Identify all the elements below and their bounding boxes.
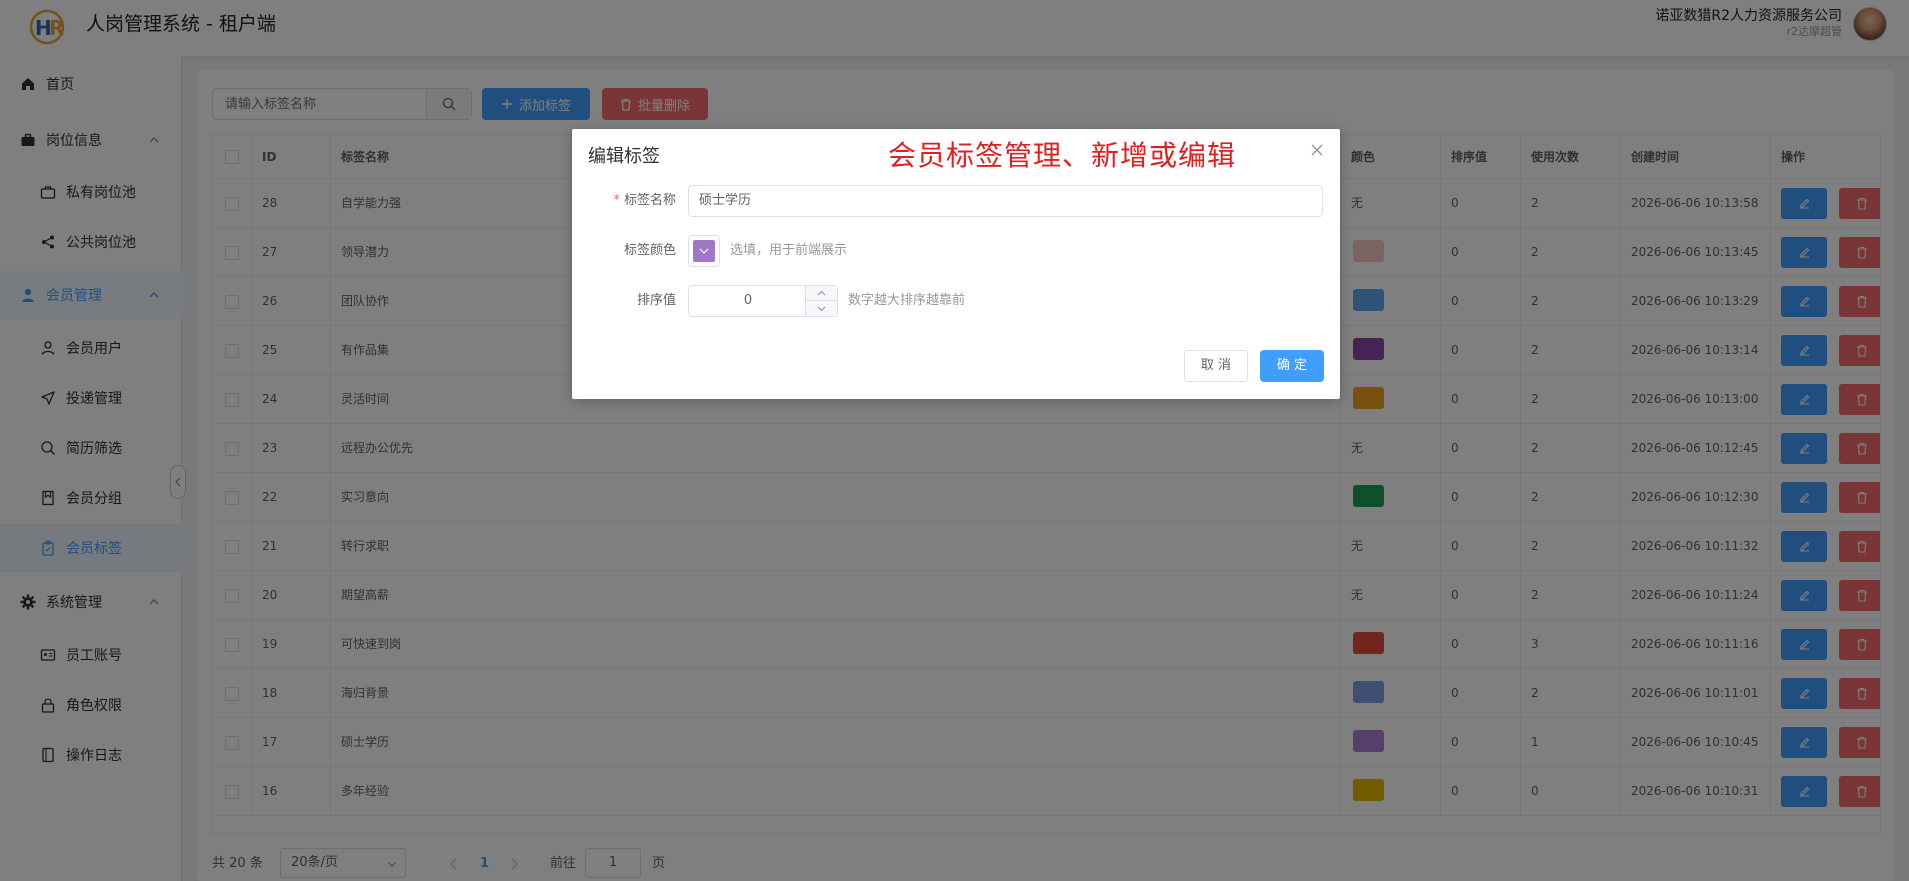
chevron-down-icon [817, 306, 826, 311]
color-hint: 选填，用于前端展示 [730, 243, 848, 258]
tag-name-input[interactable]: 硕士学历 [688, 185, 1323, 217]
name-label: * 标签名称 [613, 193, 676, 208]
color-swatch [693, 240, 715, 262]
chevron-down-icon [699, 248, 709, 254]
sort-hint: 数字越大排序越靠前 [848, 293, 966, 308]
close-icon[interactable] [1310, 143, 1324, 157]
chevron-up-icon [817, 290, 826, 296]
sort-label: 排序值 [636, 293, 676, 308]
edit-tag-dialog: 编辑标签 会员标签管理、新增或编辑 * 标签名称 硕士学历 标签颜色 选填，用于前… [572, 129, 1340, 399]
sort-value[interactable]: 0 [689, 286, 807, 316]
confirm-button[interactable]: 确 定 [1260, 350, 1324, 382]
color-label: 标签颜色 [623, 243, 676, 258]
increment-button[interactable] [806, 286, 837, 301]
dialog-title: 编辑标签 [588, 146, 660, 167]
decrement-button[interactable] [806, 301, 837, 316]
sort-number-input[interactable]: 0 [688, 285, 838, 317]
color-picker[interactable] [688, 235, 720, 267]
cancel-button[interactable]: 取 消 [1184, 350, 1248, 382]
annotation-text: 会员标签管理、新增或编辑 [888, 139, 1237, 172]
number-stepper [805, 286, 837, 316]
